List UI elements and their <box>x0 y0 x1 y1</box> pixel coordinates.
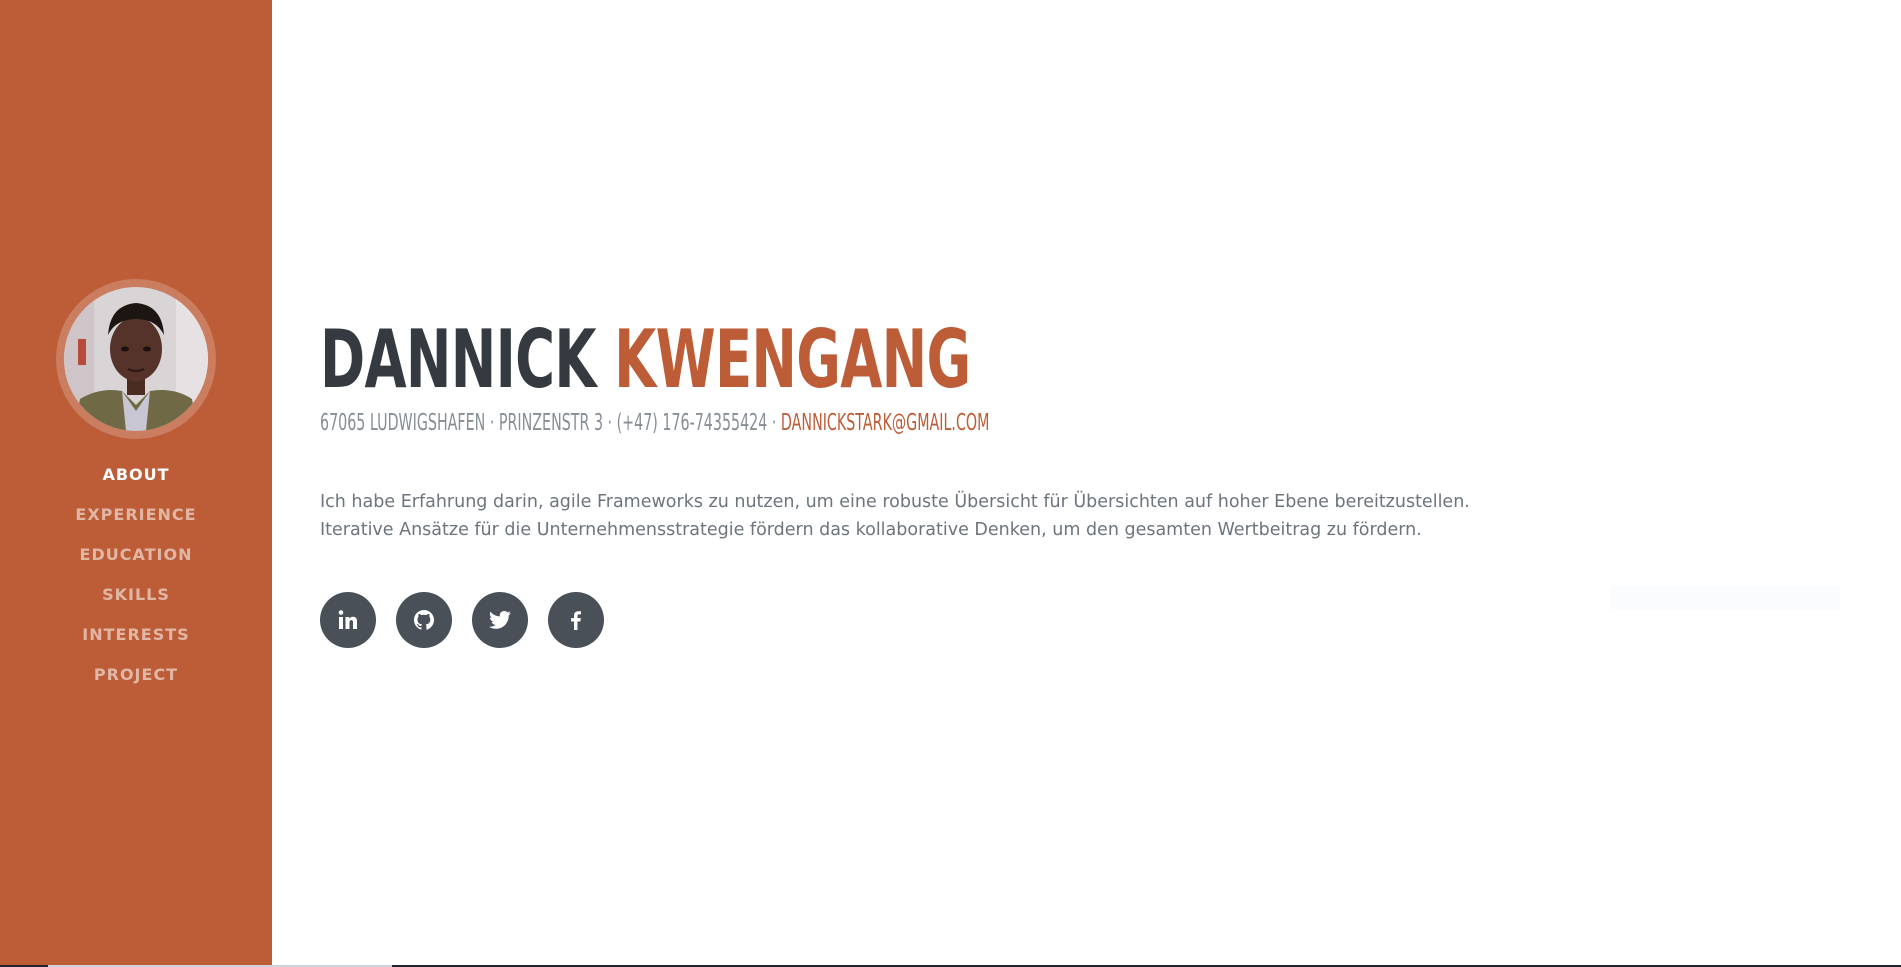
last-name: KWENGANG <box>614 313 971 406</box>
sidebar-nav: ABOUT EXPERIENCE EDUCATION SKILLS INTERE… <box>0 461 272 701</box>
nav-item-education[interactable]: EDUCATION <box>0 541 272 581</box>
nav-item-project[interactable]: PROJECT <box>0 661 272 701</box>
sidebar: ABOUT EXPERIENCE EDUCATION SKILLS INTERE… <box>0 0 272 967</box>
bio: Ich habe Erfahrung darin, agile Framewor… <box>320 488 1520 544</box>
avatar-ring <box>56 279 216 439</box>
facebook-icon <box>571 611 581 630</box>
linkedin-button[interactable] <box>320 592 376 648</box>
page: ABOUT EXPERIENCE EDUCATION SKILLS INTERE… <box>0 0 1901 967</box>
email-link[interactable]: DANNICKSTARK@GMAIL.COM <box>781 410 990 436</box>
facebook-button[interactable] <box>548 592 604 648</box>
linkedin-icon <box>338 610 357 629</box>
bio-line-2: Iterative Ansätze für die Unternehmensst… <box>320 520 1422 540</box>
page-title: DANNICK KWENGANG <box>320 313 971 406</box>
github-button[interactable] <box>396 592 452 648</box>
nav-item-about[interactable]: ABOUT <box>0 461 272 501</box>
twitter-icon <box>489 611 511 629</box>
nav-item-skills[interactable]: SKILLS <box>0 581 272 621</box>
about-section: DANNICK KWENGANG 67065 LUDWIGSHAFEN · PR… <box>320 0 1840 967</box>
twitter-button[interactable] <box>472 592 528 648</box>
nav-item-interests[interactable]: INTERESTS <box>0 621 272 661</box>
first-name: DANNICK <box>320 313 597 406</box>
faint-overlay <box>1610 586 1840 610</box>
address-text: 67065 LUDWIGSHAFEN · PRINZENSTR 3 · (+47… <box>320 410 781 436</box>
bio-line-1: Ich habe Erfahrung darin, agile Framewor… <box>320 492 1470 512</box>
contact-line: 67065 LUDWIGSHAFEN · PRINZENSTR 3 · (+47… <box>320 409 989 437</box>
social-links <box>320 592 604 648</box>
profile-photo <box>64 287 208 431</box>
github-icon <box>414 610 434 630</box>
avatar <box>64 287 208 431</box>
nav-item-experience[interactable]: EXPERIENCE <box>0 501 272 541</box>
